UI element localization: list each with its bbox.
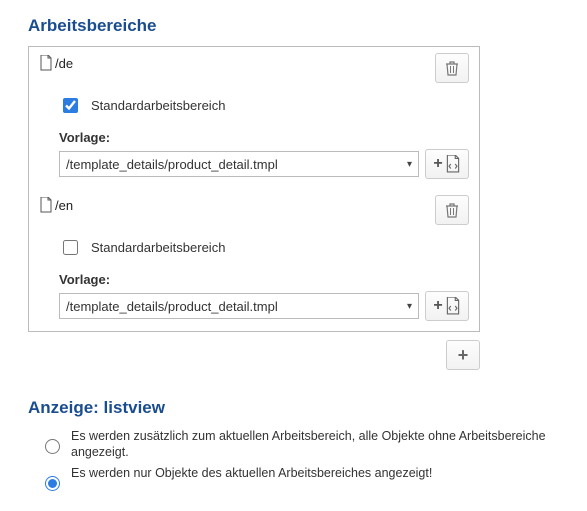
standard-workspace-label: Standardarbeitsbereich bbox=[91, 240, 225, 255]
standard-workspace-checkbox[interactable] bbox=[63, 98, 78, 113]
template-label: Vorlage: bbox=[59, 272, 469, 287]
plus-icon: + bbox=[433, 155, 442, 173]
anzeige-option: Es werden nur Objekte des aktuellen Arbe… bbox=[40, 465, 571, 491]
plus-icon: + bbox=[458, 345, 469, 366]
anzeige-option-label: Es werden zusätzlich zum aktuellen Arbei… bbox=[71, 428, 571, 461]
file-icon bbox=[39, 55, 53, 71]
template-select[interactable]: /template_details/product_detail.tmpl ▾ bbox=[59, 151, 419, 177]
delete-workspace-button[interactable] bbox=[435, 195, 469, 225]
add-template-button[interactable]: + bbox=[425, 291, 469, 321]
workspace-block: /de Standardarbeitsbereich Vorlage: /tem… bbox=[29, 47, 479, 189]
workspace-path-text: /en bbox=[55, 198, 73, 213]
workspace-path: /en bbox=[39, 197, 73, 213]
code-file-icon bbox=[445, 155, 461, 173]
file-icon bbox=[39, 197, 53, 213]
delete-workspace-button[interactable] bbox=[435, 53, 469, 83]
template-select[interactable]: /template_details/product_detail.tmpl ▾ bbox=[59, 293, 419, 319]
workspaces-container: /de Standardarbeitsbereich Vorlage: /tem… bbox=[28, 46, 480, 332]
plus-icon: + bbox=[433, 297, 442, 315]
anzeige-radio[interactable] bbox=[45, 439, 60, 454]
workspaces-heading: Arbeitsbereiche bbox=[28, 16, 571, 36]
anzeige-radio[interactable] bbox=[45, 476, 60, 491]
code-file-icon bbox=[445, 297, 461, 315]
anzeige-option: Es werden zusätzlich zum aktuellen Arbei… bbox=[40, 428, 571, 461]
add-template-button[interactable]: + bbox=[425, 149, 469, 179]
add-workspace-button[interactable]: + bbox=[446, 340, 480, 370]
trash-icon bbox=[444, 60, 460, 76]
template-label: Vorlage: bbox=[59, 130, 469, 145]
standard-workspace-checkbox[interactable] bbox=[63, 240, 78, 255]
standard-workspace-label: Standardarbeitsbereich bbox=[91, 98, 225, 113]
anzeige-option-label: Es werden nur Objekte des aktuellen Arbe… bbox=[71, 465, 432, 481]
workspace-path: /de bbox=[39, 55, 73, 71]
anzeige-radio-group: Es werden zusätzlich zum aktuellen Arbei… bbox=[40, 428, 571, 491]
workspace-block: /en Standardarbeitsbereich Vorlage: /tem… bbox=[29, 189, 479, 331]
template-select-value: /template_details/product_detail.tmpl bbox=[66, 299, 278, 314]
template-select-value: /template_details/product_detail.tmpl bbox=[66, 157, 278, 172]
trash-icon bbox=[444, 202, 460, 218]
chevron-down-icon: ▾ bbox=[407, 159, 412, 170]
anzeige-heading: Anzeige: listview bbox=[28, 398, 571, 418]
chevron-down-icon: ▾ bbox=[407, 301, 412, 312]
workspace-path-text: /de bbox=[55, 56, 73, 71]
